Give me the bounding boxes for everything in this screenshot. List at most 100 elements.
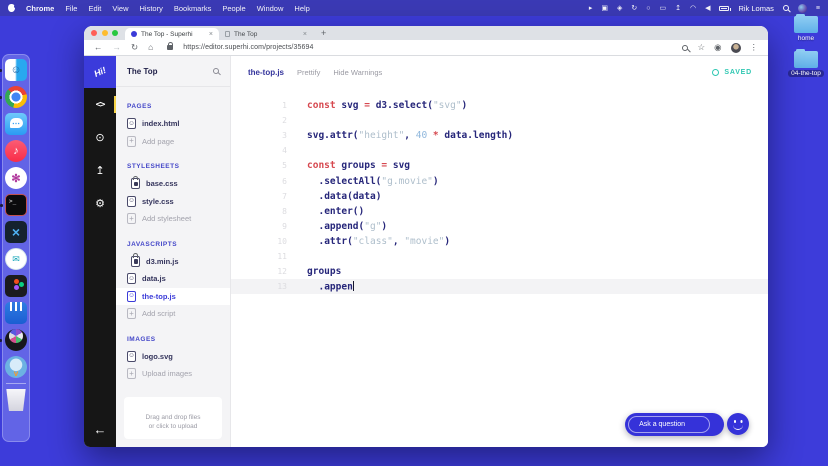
ask-question-button[interactable]: Ask a question — [625, 413, 724, 436]
code-line[interactable]: 2 — [231, 113, 768, 128]
spotlight-search-icon[interactable] — [782, 5, 789, 11]
tab-close-icon[interactable]: × — [209, 31, 213, 38]
dock-twitterrific-icon[interactable] — [5, 356, 27, 378]
code-line[interactable]: 7 .data(data) — [231, 189, 768, 204]
tab-close-icon[interactable]: × — [303, 31, 307, 38]
browser-tab-inactive[interactable]: The Top × — [219, 28, 313, 40]
token-num: 40 — [415, 130, 428, 142]
dock-slack-icon[interactable] — [5, 167, 27, 189]
dock-messages-icon[interactable] — [5, 113, 27, 135]
code-line[interactable]: 12 groups — [231, 264, 768, 279]
profile-icon[interactable]: ◉ — [714, 43, 721, 52]
code-editor-icon[interactable]: <> — [84, 88, 116, 121]
menu-edit[interactable]: Edit — [88, 4, 101, 13]
forward-icon[interactable]: → — [113, 43, 122, 52]
dock-terminal-icon[interactable] — [0, 194, 27, 216]
volume-icon[interactable]: ◀ — [705, 5, 710, 12]
share-upload-icon[interactable]: ↥ — [84, 154, 116, 187]
sidebar-action-add-page[interactable]: Add page — [116, 133, 230, 151]
code-editor[interactable]: 1 const svg = d3.select("svg") 2 3 svg.attr(… — [231, 88, 768, 295]
sidebar-action-upload-images[interactable]: Upload images — [116, 365, 230, 383]
dock-music-icon[interactable] — [5, 140, 27, 162]
shield-icon[interactable]: ◈ — [617, 5, 622, 12]
search-icon[interactable] — [213, 68, 219, 74]
menu-history[interactable]: History — [140, 4, 163, 13]
dock-vscode-icon[interactable] — [5, 221, 27, 243]
menu-file[interactable]: File — [65, 4, 77, 13]
file-dropzone[interactable]: Drag and drop files or click to upload — [124, 396, 222, 439]
reload-icon[interactable]: ↻ — [131, 43, 138, 52]
code-line[interactable]: 3 svg.attr("height", 40 * data.length) — [231, 128, 768, 143]
cursor-icon[interactable]: ▸ — [589, 5, 593, 12]
menu-help[interactable]: Help — [294, 4, 309, 13]
dock-finder-icon[interactable] — [0, 59, 27, 81]
sidebar-file-data-js[interactable]: data.js — [116, 270, 230, 288]
menu-bookmarks[interactable]: Bookmarks — [174, 4, 212, 13]
sidebar-file-the-top-js[interactable]: the-top.js — [116, 287, 230, 305]
sidebar-file-index-html[interactable]: index.html — [116, 115, 230, 133]
desktop-folder-04-the-top[interactable]: 04-the-top — [788, 48, 824, 77]
menu-people[interactable]: People — [222, 4, 245, 13]
prettify-button[interactable]: Prettify — [297, 68, 320, 77]
file-doc-icon — [127, 273, 136, 285]
back-icon[interactable]: ← — [94, 43, 103, 52]
token-id: svg — [307, 130, 325, 142]
status-circle-icon[interactable]: ○ — [646, 5, 650, 12]
settings-gear-icon[interactable]: ⚙ — [84, 187, 116, 220]
sidebar-file-style-css[interactable]: style.css — [116, 193, 230, 211]
code-line[interactable]: 5 const groups = svg — [231, 158, 768, 173]
help-smiley-button[interactable] — [727, 413, 749, 435]
dock-airmail-icon[interactable] — [5, 248, 27, 270]
sidebar-action-add-script[interactable]: Add script — [116, 305, 230, 323]
menu-chrome[interactable]: Chrome — [26, 4, 54, 13]
wifi-icon[interactable]: ◠ — [690, 5, 696, 12]
code-text: .data(data) — [287, 191, 381, 202]
apple-menu-icon[interactable] — [8, 4, 17, 12]
preview-eye-icon[interactable]: ⊙ — [84, 121, 116, 154]
back-arrow[interactable]: ← — [94, 422, 107, 437]
sync-icon[interactable]: ↻ — [631, 5, 637, 12]
close-window-button[interactable] — [91, 30, 97, 36]
browser-menu-icon[interactable]: ⋮ — [750, 43, 759, 52]
superhi-logo[interactable]: Hi! — [84, 56, 116, 88]
code-line[interactable]: 6 .selectAll("g.movie") — [231, 173, 768, 188]
battery-icon[interactable] — [719, 5, 732, 11]
code-line[interactable]: 9 .append("g") — [231, 219, 768, 234]
code-line[interactable]: 8 .enter() — [231, 204, 768, 219]
sidebar-action-add-stylesheet[interactable]: Add stylesheet — [116, 210, 230, 228]
code-line[interactable]: 13 .appen — [231, 279, 768, 295]
menu-view[interactable]: View — [112, 4, 128, 13]
dock-trash-icon[interactable] — [6, 389, 26, 411]
home-icon[interactable]: ⌂ — [148, 43, 153, 52]
code-line[interactable]: 1 const svg = d3.select("svg") — [231, 98, 768, 113]
siri-icon[interactable] — [797, 3, 807, 13]
browser-tab-active[interactable]: The Top - Superhi × — [125, 28, 219, 40]
code-line[interactable]: 4 — [231, 143, 768, 158]
code-line[interactable]: 11 — [231, 249, 768, 264]
bookmark-star-icon[interactable]: ☆ — [697, 43, 705, 52]
zoom-window-button[interactable] — [112, 30, 118, 36]
dock-reel-icon[interactable] — [0, 329, 27, 351]
address-bar[interactable]: https://editor.superhi.com/projects/3569… — [183, 44, 313, 51]
sidebar-file-d3-min-js[interactable]: d3.min.js — [116, 253, 230, 271]
dock-intercom-icon[interactable] — [5, 302, 27, 324]
dock-figma-icon[interactable] — [5, 275, 27, 297]
new-tab-button[interactable]: + — [313, 28, 334, 40]
menu-window[interactable]: Window — [257, 4, 284, 13]
desktop-folder-home[interactable]: home — [788, 13, 824, 42]
upload-arrow-icon[interactable]: ↥ — [675, 5, 681, 12]
sidebar-file-base-css[interactable]: base.css — [116, 175, 230, 193]
ssl-lock-icon[interactable] — [167, 41, 174, 50]
ask-question-input[interactable]: Ask a question — [628, 416, 710, 433]
zoom-icon[interactable] — [682, 44, 689, 51]
display-mirror-icon[interactable]: ▣ — [601, 5, 608, 12]
minimize-window-button[interactable] — [101, 30, 108, 36]
dock-chrome-icon[interactable] — [0, 86, 27, 108]
screen-icon[interactable]: ▭ — [659, 5, 666, 12]
sidebar-file-logo-svg[interactable]: logo.svg — [116, 348, 230, 366]
notification-center-icon[interactable]: ≡ — [816, 5, 820, 12]
hide-warnings-button[interactable]: Hide Warnings — [333, 68, 382, 77]
browser-profile-avatar[interactable] — [730, 42, 741, 53]
code-line[interactable]: 10 .attr("class", "movie") — [231, 234, 768, 249]
